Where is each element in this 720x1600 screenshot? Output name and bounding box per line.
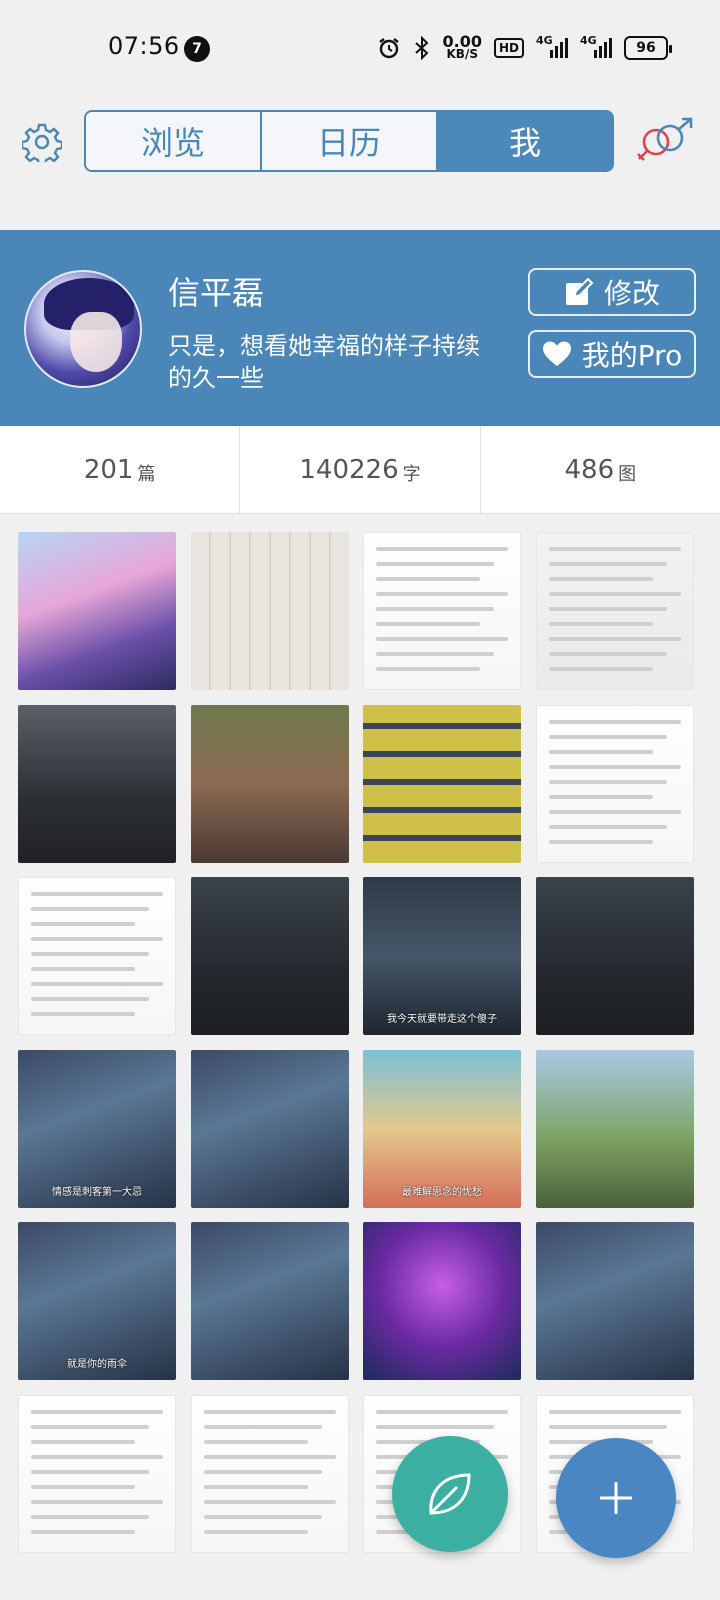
photo-thumbnail[interactable] [535,1222,694,1380]
new-entry-button[interactable] [392,1436,508,1552]
photo-thumbnail[interactable] [190,1222,349,1380]
profile-header: 信平磊 只是，想看她幸福的样子持续的久一些 修改 我的Pro [0,230,720,426]
tab-me[interactable]: 我 [438,112,612,170]
signal-icon-2: 4G [580,34,612,60]
photo-thumbnail[interactable] [535,1049,694,1208]
stat-images[interactable]: 486 图 [481,426,720,513]
avatar[interactable] [24,270,142,388]
user-bio: 只是，想看她幸福的样子持续的久一些 [168,332,480,392]
photo-thumbnail[interactable] [190,704,349,863]
status-bar: 07:56 7 0.00 KB/S HD 4G 4G 96 [0,0,720,96]
signal-icon-1: 4G [536,34,568,60]
thumbnail-caption: 就是你的雨伞 [67,1359,127,1370]
gender-icon[interactable] [634,116,696,166]
photo-thumbnail[interactable]: 情感是刺客第一大忌 [18,1049,176,1208]
user-name: 信平磊 [168,274,265,312]
photo-thumbnail[interactable]: 就是你的雨伞 [18,1222,176,1380]
edit-profile-button[interactable]: 修改 [528,268,696,316]
edit-icon [565,277,594,305]
photo-thumbnail[interactable]: 我今天就要带走这个傻子 [363,877,521,1035]
status-icons: 0.00 KB/S HD 4G 4G 96 [377,30,672,66]
photo-thumbnail[interactable] [535,877,694,1035]
thumbnail-caption: 情感是刺客第一大忌 [52,1186,142,1198]
add-button[interactable] [556,1438,676,1558]
tab-switcher: 浏览 日历 我 [84,110,614,172]
top-bar: 浏览 日历 我 [0,96,720,230]
stat-articles[interactable]: 201 篇 [0,426,241,513]
stat-words[interactable]: 140226 字 [240,426,481,513]
photo-thumbnail[interactable] [190,877,349,1035]
photo-thumbnail[interactable] [190,1394,349,1553]
hd-icon: HD [493,38,524,58]
photo-thumbnail[interactable] [18,532,176,690]
thumbnail-caption: 最难解思念的忧愁 [402,1186,482,1198]
battery-icon: 96 [624,36,672,60]
pro-label: 我的Pro [581,339,683,372]
edit-label: 修改 [603,277,660,310]
photo-thumbnail[interactable] [363,532,521,690]
photo-thumbnail[interactable] [190,1049,349,1208]
alarm-icon [377,36,401,60]
photo-thumbnail[interactable] [18,704,176,863]
pro-button[interactable]: 我的Pro [528,330,696,378]
gear-icon[interactable] [20,122,64,167]
stats-bar: 201 篇 140226 字 486 图 [0,426,720,514]
photo-thumbnail[interactable] [535,532,694,690]
photo-thumbnail[interactable] [535,704,694,863]
photo-thumbnail[interactable] [363,704,521,863]
leaf-icon [429,1473,471,1515]
thumbnail-caption: 我今天就要带走这个傻子 [387,1014,497,1025]
status-time: 07:56 [108,32,180,60]
photo-thumbnail[interactable]: 最难解思念的忧愁 [363,1049,521,1208]
network-speed: 0.00 KB/S [442,32,482,61]
notification-badge: 7 [184,36,210,62]
heart-icon [542,341,571,366]
photo-thumbnail[interactable] [363,1222,521,1380]
bluetooth-icon [413,36,431,60]
tab-browse[interactable]: 浏览 [86,112,262,170]
plus-icon [600,1482,632,1514]
photo-thumbnail[interactable] [190,532,349,690]
photo-thumbnail[interactable] [18,1394,176,1553]
photo-thumbnail[interactable] [18,877,176,1035]
tab-calendar[interactable]: 日历 [262,112,438,170]
